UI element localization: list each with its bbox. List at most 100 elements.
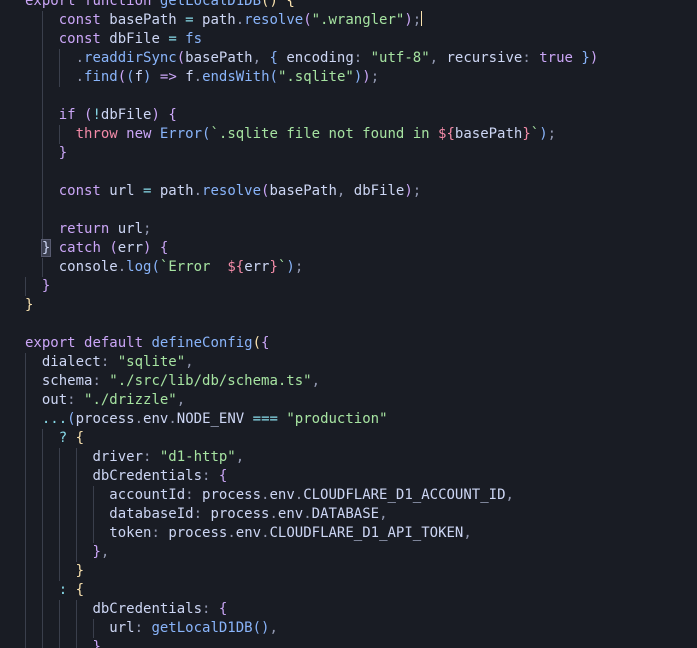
indent-guide [42, 30, 43, 49]
code-line[interactable]: if (!dbFile) { [0, 106, 697, 125]
code-token: , [429, 50, 447, 66]
code-token: ${ [438, 126, 455, 142]
code-token: console [58, 259, 118, 275]
code-token: , [463, 525, 472, 541]
code-text: } [42, 277, 50, 296]
code-line[interactable]: const dbFile = fs [0, 30, 697, 49]
code-line[interactable]: } [0, 144, 697, 163]
code-token: NODE_ENV [176, 411, 253, 427]
code-token: } [92, 639, 101, 648]
code-line[interactable]: } [0, 638, 697, 648]
code-line[interactable]: out: "./drizzle", [0, 391, 697, 410]
code-line[interactable]: } [0, 277, 697, 296]
code-token: DATABASE [311, 506, 380, 522]
indent-guide [59, 638, 60, 648]
code-token: } [25, 297, 34, 313]
indent-guide [59, 467, 60, 486]
code-token: env [277, 506, 304, 522]
code-line[interactable]: accountId: process.env.CLOUDFLARE_D1_ACC… [0, 486, 697, 505]
code-line[interactable]: : { [0, 581, 697, 600]
code-line[interactable]: .readdirSync(basePath, { encoding: "utf-… [0, 49, 697, 68]
indent-guide [25, 486, 26, 505]
code-token: err [244, 259, 270, 275]
code-token: databaseId [109, 506, 194, 522]
code-line[interactable]: } [0, 562, 697, 581]
code-text: token: process.env.CLOUDFLARE_D1_API_TOK… [109, 524, 472, 543]
code-line[interactable]: .find((f) => f.endsWith(".sqlite")); [0, 68, 697, 87]
code-token: { [168, 107, 177, 123]
code-line[interactable] [0, 87, 697, 106]
code-token: , [176, 392, 186, 408]
code-line[interactable]: driver: "d1-http", [0, 448, 697, 467]
code-text: } [25, 296, 33, 315]
indent-guide [42, 638, 43, 648]
code-token: , [235, 449, 245, 465]
code-token: === [252, 411, 287, 427]
code-token: const [58, 183, 110, 199]
code-token: . [134, 411, 144, 427]
code-line[interactable]: export default defineConfig({ [0, 334, 697, 353]
code-line[interactable]: databaseId: process.env.DATABASE, [0, 505, 697, 524]
code-line[interactable]: return url; [0, 220, 697, 239]
code-token: : [92, 373, 110, 389]
code-text: dialect: "sqlite", [42, 353, 194, 372]
code-line[interactable]: console.log(`Error ${err}`); [0, 258, 697, 277]
code-line[interactable]: dbCredentials: { [0, 467, 697, 486]
code-token: env [235, 525, 262, 541]
code-line[interactable]: } [0, 296, 697, 315]
code-token: . [75, 69, 85, 85]
indent-guide [42, 505, 43, 524]
code-line[interactable]: export function getLocalD1DB() { [0, 0, 697, 11]
code-line[interactable]: dialect: "sqlite", [0, 353, 697, 372]
code-token: token [109, 525, 152, 541]
code-line[interactable]: ? { [0, 429, 697, 448]
code-text: const dbFile = fs [59, 30, 202, 49]
code-text: return url; [59, 220, 152, 239]
code-line[interactable]: schema: "./src/lib/db/schema.ts", [0, 372, 697, 391]
code-token: { [286, 0, 295, 9]
code-line[interactable]: const url = path.resolve(basePath, dbFil… [0, 182, 697, 201]
indent-guide [25, 619, 26, 638]
code-token: ; [143, 221, 152, 237]
code-token: ( [117, 69, 127, 85]
code-token: . [168, 411, 177, 427]
code-line[interactable] [0, 163, 697, 182]
code-token: } [58, 145, 68, 161]
code-token: ( [67, 411, 76, 427]
code-token: basePath [454, 126, 523, 142]
code-token: Error [159, 126, 203, 142]
code-token: ) [404, 12, 413, 28]
code-token: catch [50, 240, 110, 256]
code-text: databaseId: process.env.DATABASE, [109, 505, 387, 524]
code-token: . [269, 506, 278, 522]
code-token: . [227, 525, 236, 541]
code-token: } [269, 259, 278, 275]
code-line[interactable]: ...(process.env.NODE_ENV === "production… [0, 410, 697, 429]
code-text: schema: "./src/lib/db/schema.ts", [42, 372, 320, 391]
code-line[interactable]: }, [0, 543, 697, 562]
indent-guide [25, 638, 26, 648]
code-token: ".sqlite" [277, 69, 354, 85]
code-line[interactable]: } catch (err) { [0, 239, 697, 258]
indent-guide [42, 144, 43, 163]
code-line[interactable]: url: getLocalD1DB(), [0, 619, 697, 638]
indent-guide [59, 619, 60, 638]
indent-guide [76, 619, 77, 638]
code-token: , [379, 506, 388, 522]
code-token: dbCredentials [92, 601, 203, 617]
code-line[interactable] [0, 201, 697, 220]
code-line[interactable]: dbCredentials: { [0, 600, 697, 619]
code-token: . [303, 506, 312, 522]
code-line[interactable]: throw new Error(`.sqlite file not found … [0, 125, 697, 144]
code-token: . [235, 12, 245, 28]
code-text: if (!dbFile) { [59, 106, 177, 125]
code-line[interactable]: token: process.env.CLOUDFLARE_D1_API_TOK… [0, 524, 697, 543]
code-line[interactable] [0, 315, 697, 334]
code-token: function [84, 0, 160, 9]
indent-guide [42, 87, 43, 106]
code-editor[interactable]: export function getLocalD1DB() {const ba… [0, 0, 697, 648]
indent-guide [42, 11, 43, 30]
code-line[interactable]: const basePath = path.resolve(".wrangler… [0, 11, 697, 30]
code-token: `Error [159, 259, 228, 275]
indent-guide [76, 600, 77, 619]
